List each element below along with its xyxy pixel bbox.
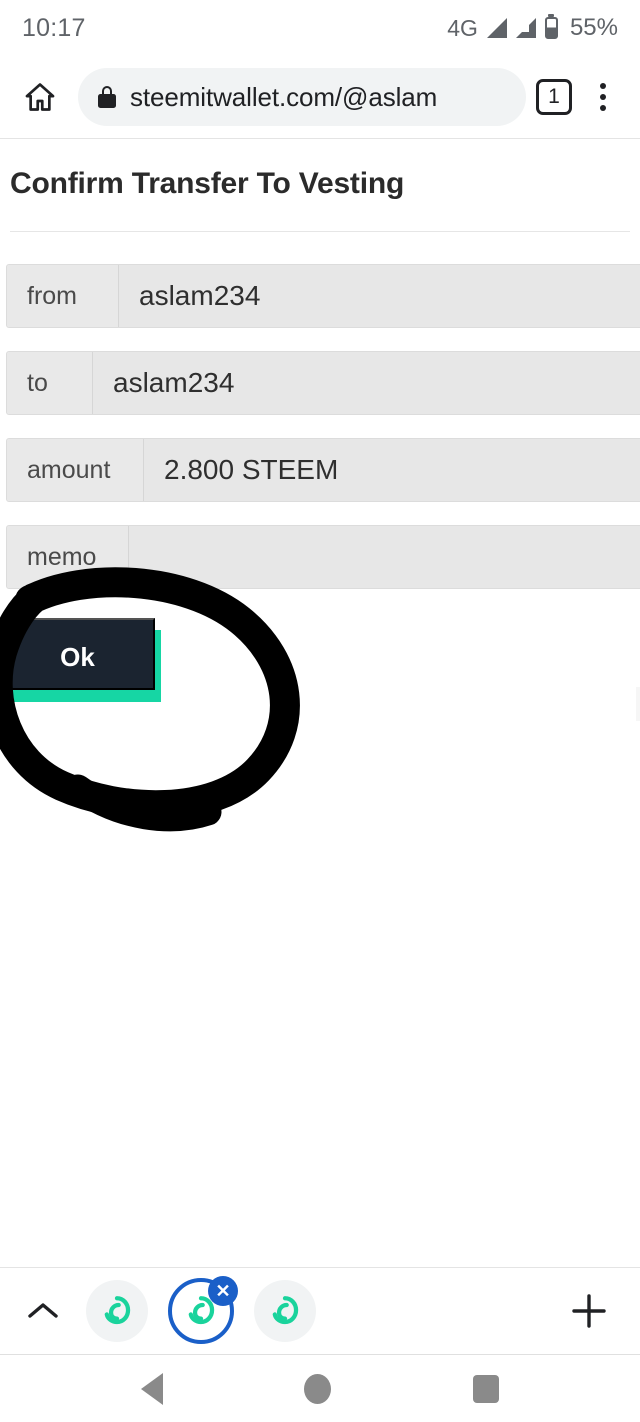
confirm-actions: Ok (0, 618, 640, 738)
battery-icon (544, 17, 558, 39)
tab-item[interactable] (254, 1280, 316, 1342)
android-navigation-bar (0, 1355, 640, 1422)
url-bar[interactable]: steemitwallet.com/@aslam (78, 68, 526, 126)
plus-icon (572, 1294, 606, 1328)
network-type-label: 4G (447, 14, 478, 41)
steemit-logo-icon (272, 1296, 299, 1325)
row-value-memo (129, 526, 640, 588)
url-text: steemitwallet.com/@aslam (130, 81, 438, 112)
table-row: amount 2.800 STEEM (6, 438, 640, 502)
ok-button[interactable]: Ok (0, 618, 155, 690)
row-value-from: aslam234 (119, 265, 640, 327)
steemit-logo-icon (104, 1296, 131, 1325)
status-time: 10:17 (22, 13, 86, 42)
signal-icon (515, 18, 536, 38)
lock-icon (98, 86, 116, 108)
page-content: Confirm Transfer To Vesting from aslam23… (0, 139, 640, 1267)
row-label-from: from (7, 265, 119, 327)
home-icon (25, 83, 55, 111)
back-triangle-icon[interactable] (140, 1372, 163, 1405)
page-title: Confirm Transfer To Vesting (10, 167, 405, 200)
tab-strip: ✕ (0, 1267, 640, 1355)
offscreen-control-edge (636, 687, 640, 721)
new-tab-button[interactable] (544, 1292, 634, 1330)
transfer-details-list: from aslam234 to aslam234 amount 2.800 S… (0, 264, 640, 589)
home-circle-icon[interactable] (304, 1373, 332, 1404)
row-value-to: aslam234 (93, 352, 640, 414)
status-bar: 10:17 4G 55% (0, 0, 640, 56)
home-button[interactable] (14, 71, 66, 123)
row-label-amount: amount (7, 439, 144, 501)
table-row: from aslam234 (6, 264, 640, 328)
overflow-menu-icon[interactable] (580, 71, 626, 123)
table-row: to aslam234 (6, 351, 640, 415)
title-divider (10, 231, 630, 232)
tab-item[interactable] (86, 1280, 148, 1342)
recents-square-icon[interactable] (473, 1374, 500, 1403)
status-indicators: 4G 55% (447, 14, 618, 42)
tab-list: ✕ (86, 1276, 544, 1344)
row-label-memo: memo (7, 526, 129, 588)
battery-percent-label: 55% (569, 14, 618, 41)
table-row: memo (6, 525, 640, 589)
chevron-up-icon (28, 1303, 58, 1318)
expand-tabs-button[interactable] (0, 1301, 86, 1321)
signal-icon (486, 18, 507, 38)
browser-toolbar: steemitwallet.com/@aslam 1 (0, 56, 640, 139)
close-icon[interactable]: ✕ (208, 1276, 238, 1306)
tab-counter-button[interactable]: 1 (536, 79, 572, 115)
tab-item-active[interactable]: ✕ (168, 1276, 238, 1344)
row-label-to: to (7, 352, 93, 414)
row-value-amount: 2.800 STEEM (144, 439, 640, 501)
